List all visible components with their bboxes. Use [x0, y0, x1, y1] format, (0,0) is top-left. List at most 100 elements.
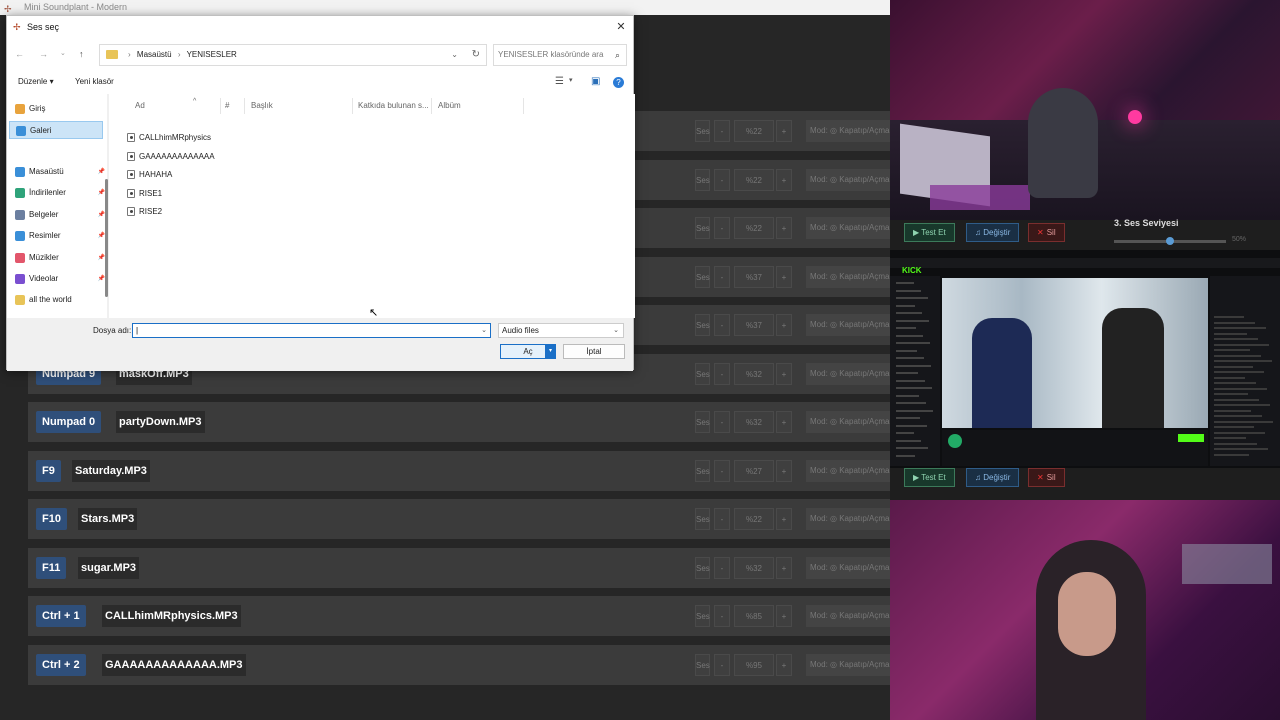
volume-up-button[interactable]: +	[776, 169, 792, 191]
volume-down-button[interactable]: -	[714, 508, 730, 530]
back-arrow-icon[interactable]: ←	[15, 49, 24, 59]
volume-up-button[interactable]: +	[776, 508, 792, 530]
volume-value[interactable]: %22	[734, 120, 774, 142]
preview-pane-icon[interactable]: ▣	[591, 76, 600, 87]
test-button[interactable]: ▶ Test Et	[904, 223, 955, 242]
file-item[interactable]: GAAAAAAAAAAAAA	[127, 149, 215, 165]
file-item[interactable]: RISE2	[127, 204, 162, 220]
delete-button[interactable]: ✕ Sil	[1028, 468, 1065, 487]
file-item[interactable]: RISE1	[127, 186, 162, 202]
new-folder-button[interactable]: Yeni klasör	[75, 77, 114, 86]
open-button[interactable]: Aç ▾	[500, 344, 556, 359]
volume-value[interactable]: %22	[734, 169, 774, 191]
mode-toggle[interactable]: Mod: ◎ Kapatıp/Açma	[806, 605, 890, 627]
column-header-name[interactable]: ^ Ad	[131, 98, 221, 114]
mode-toggle[interactable]: Mod: ◎ Kapatıp/Açma	[806, 363, 890, 385]
mode-toggle[interactable]: Mod: ◎ Kapatıp/Açma	[806, 508, 890, 530]
mute-button[interactable]: Ses	[695, 217, 710, 239]
mode-toggle[interactable]: Mod: ◎ Kapatıp/Açma	[806, 169, 890, 191]
sidebar-scrollbar[interactable]	[105, 179, 108, 297]
volume-slider[interactable]: 50%	[1114, 236, 1246, 245]
volume-down-button[interactable]: -	[714, 557, 730, 579]
volume-down-button[interactable]: -	[714, 120, 730, 142]
chevron-down-icon[interactable]: ⌄	[451, 45, 458, 65]
volume-up-button[interactable]: +	[776, 120, 792, 142]
up-arrow-icon[interactable]: ↑	[79, 49, 84, 59]
address-bar[interactable]: › Masaüstü › YENISESLER ⌄ ↻	[99, 44, 487, 66]
hotkey-badge[interactable]: Ctrl + 1	[36, 605, 86, 627]
mute-button[interactable]: Ses	[695, 557, 710, 579]
hotkey-badge[interactable]: F10	[36, 508, 67, 530]
file-item[interactable]: CALLhimMRphysics	[127, 130, 211, 146]
sidebar-item[interactable]: Belgeler 📌	[15, 206, 105, 224]
mute-button[interactable]: Ses	[695, 411, 710, 433]
mode-toggle[interactable]: Mod: ◎ Kapatıp/Açma	[806, 654, 890, 676]
volume-down-button[interactable]: -	[714, 217, 730, 239]
volume-value[interactable]: %85	[734, 605, 774, 627]
volume-value[interactable]: %22	[734, 508, 774, 530]
refresh-icon[interactable]: ↻	[472, 45, 480, 65]
volume-value[interactable]: %37	[734, 314, 774, 336]
volume-down-button[interactable]: -	[714, 411, 730, 433]
volume-up-button[interactable]: +	[776, 217, 792, 239]
volume-value[interactable]: %32	[734, 411, 774, 433]
mute-button[interactable]: Ses	[695, 169, 710, 191]
mute-button[interactable]: Ses	[695, 266, 710, 288]
column-header-title[interactable]: Başlık	[247, 98, 353, 114]
sidebar-item[interactable]: Resimler 📌	[15, 227, 105, 245]
mode-toggle[interactable]: Mod: ◎ Kapatıp/Açma	[806, 411, 890, 433]
volume-up-button[interactable]: +	[776, 460, 792, 482]
open-options-chevron-icon[interactable]: ▾	[545, 345, 555, 358]
change-button[interactable]: ♫ Değiştir	[966, 223, 1020, 242]
hotkey-badge[interactable]: F9	[36, 460, 61, 482]
mute-button[interactable]: Ses	[695, 654, 710, 676]
volume-up-button[interactable]: +	[776, 314, 792, 336]
forward-arrow-icon[interactable]: →	[39, 49, 48, 59]
mode-toggle[interactable]: Mod: ◎ Kapatıp/Açma	[806, 460, 890, 482]
sidebar-item[interactable]: Giriş	[15, 100, 99, 118]
delete-button[interactable]: ✕ Sil	[1028, 223, 1065, 242]
follow-button[interactable]	[1178, 434, 1204, 442]
mode-toggle[interactable]: Mod: ◎ Kapatıp/Açma	[806, 557, 890, 579]
mode-toggle[interactable]: Mod: ◎ Kapatıp/Açma	[806, 314, 890, 336]
mode-toggle[interactable]: Mod: ◎ Kapatıp/Açma	[806, 120, 890, 142]
mute-button[interactable]: Ses	[695, 605, 710, 627]
mute-button[interactable]: Ses	[695, 120, 710, 142]
sidebar-item[interactable]: Videolar 📌	[15, 270, 105, 288]
close-icon[interactable]: ✕	[613, 16, 629, 38]
test-button[interactable]: ▶ Test Et	[904, 468, 955, 487]
volume-up-button[interactable]: +	[776, 654, 792, 676]
sidebar-item[interactable]: all the world	[15, 291, 99, 309]
stream-video[interactable]	[942, 278, 1208, 428]
volume-up-button[interactable]: +	[776, 605, 792, 627]
volume-up-button[interactable]: +	[776, 363, 792, 385]
volume-value[interactable]: %37	[734, 266, 774, 288]
volume-value[interactable]: %27	[734, 460, 774, 482]
volume-down-button[interactable]: -	[714, 460, 730, 482]
mute-button[interactable]: Ses	[695, 363, 710, 385]
volume-up-button[interactable]: +	[776, 557, 792, 579]
hotkey-badge[interactable]: Ctrl + 2	[36, 654, 86, 676]
sidebar-item[interactable]: Masaüstü 📌	[15, 163, 105, 181]
hotkey-badge[interactable]: Numpad 0	[36, 411, 102, 433]
mute-button[interactable]: Ses	[695, 508, 710, 530]
help-icon[interactable]: ?	[613, 77, 624, 88]
volume-value[interactable]: %95	[734, 654, 774, 676]
volume-down-button[interactable]: -	[714, 314, 730, 336]
file-type-select[interactable]: Audio files ⌄	[498, 323, 624, 338]
sidebar-item[interactable]: Müzikler 📌	[15, 249, 105, 267]
organize-menu[interactable]: Düzenle ▾	[18, 77, 54, 86]
filename-field[interactable]: | ⌄	[132, 323, 491, 338]
cancel-button[interactable]: İptal	[563, 344, 625, 359]
recent-chevron-icon[interactable]: ⌄	[60, 49, 66, 57]
streamer-avatar[interactable]	[948, 434, 962, 448]
volume-up-button[interactable]: +	[776, 411, 792, 433]
sidebar-item[interactable]: Galeri	[9, 121, 103, 139]
volume-down-button[interactable]: -	[714, 363, 730, 385]
breadcrumb-folder[interactable]: YENISESLER	[187, 50, 237, 59]
column-header-number[interactable]: #	[221, 98, 245, 114]
mute-button[interactable]: Ses	[695, 460, 710, 482]
file-item[interactable]: HAHAHA	[127, 167, 172, 183]
mode-toggle[interactable]: Mod: ◎ Kapatıp/Açma	[806, 217, 890, 239]
change-button[interactable]: ♫ Değiştir	[966, 468, 1020, 487]
